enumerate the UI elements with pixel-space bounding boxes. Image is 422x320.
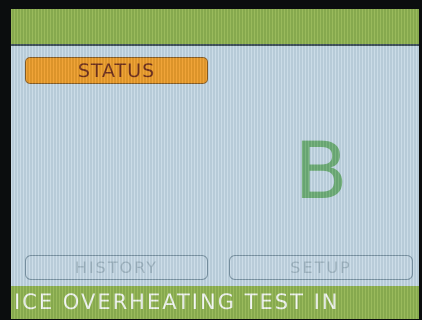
message-ticker: ICE OVERHEATING TEST IN — [11, 286, 419, 319]
lcd-screen: STATUS B HISTORY SETUP ICE OVERHEATING T… — [11, 9, 419, 319]
device-bezel: STATUS B HISTORY SETUP ICE OVERHEATING T… — [0, 0, 422, 320]
status-indicator-letter: B — [294, 127, 348, 217]
history-button-label: HISTORY — [74, 258, 159, 277]
setup-button[interactable]: SETUP — [229, 255, 413, 280]
header-divider — [11, 44, 419, 46]
history-button[interactable]: HISTORY — [25, 255, 208, 280]
setup-button-label: SETUP — [290, 258, 352, 277]
status-button-label: STATUS — [77, 59, 156, 82]
header-bar — [11, 9, 419, 44]
status-button[interactable]: STATUS — [25, 57, 208, 84]
